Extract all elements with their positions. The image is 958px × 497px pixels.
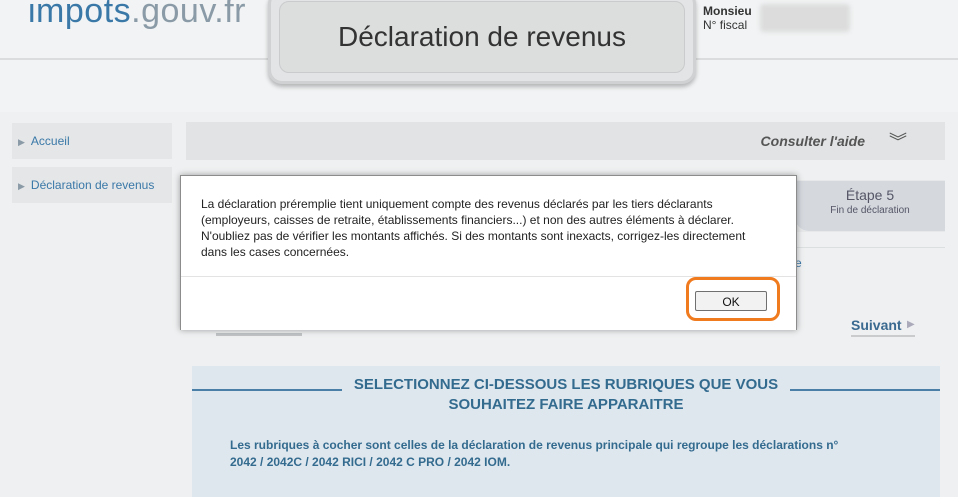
dialog-message: La déclaration préremplie tient uniqueme… bbox=[201, 197, 746, 259]
ok-button-highlight bbox=[686, 277, 780, 321]
